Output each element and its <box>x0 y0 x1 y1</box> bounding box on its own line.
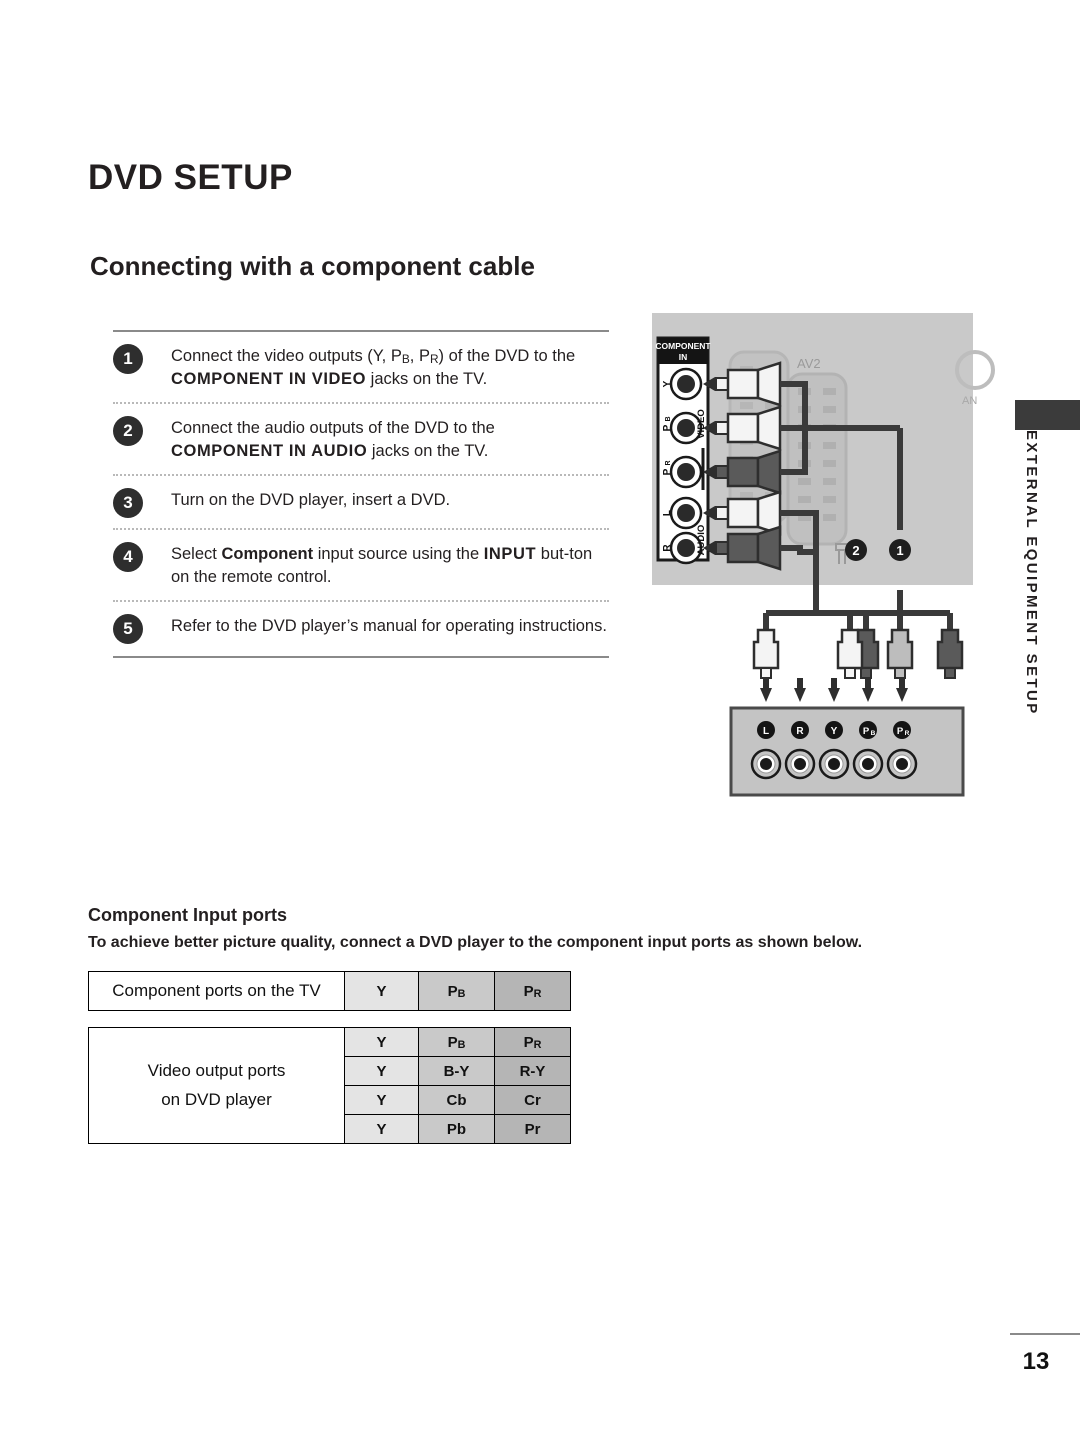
dvd-jack-label-y: Y <box>831 726 838 737</box>
dvd-cell-r1-pr: PR <box>494 1027 571 1057</box>
dvd-cell-r2-by: B-Y <box>418 1056 495 1086</box>
svg-text:P: P <box>662 468 673 475</box>
dvd-cell-r3-cr: Cr <box>494 1085 571 1115</box>
step-text-5: Refer to the DVD player’s manual for ope… <box>171 616 607 635</box>
svg-text:R: R <box>905 730 910 737</box>
svg-text:Y: Y <box>662 380 673 387</box>
dvd-jack-label-l: L <box>763 726 769 737</box>
cable-branching <box>763 590 953 630</box>
dvd-ports-label-line1: Video output ports <box>147 1061 286 1081</box>
steps-panel: 1 Connect the video outputs (Y, PB, PR) … <box>113 330 609 658</box>
dvd-player-panel: L R Y P B P R <box>729 678 965 797</box>
table-tv-ports: Component ports on the TV Y PB PR <box>88 971 571 1011</box>
dvd-plug-pb <box>886 628 914 679</box>
connection-diagram: AV2 AN COMPONENT IN Y P B P R L R VIDEO … <box>652 313 995 797</box>
ports-section-heading: Component Input ports <box>88 905 287 925</box>
tv-ports-cell-pb: PB <box>418 971 495 1011</box>
dvd-cell-r2-y: Y <box>344 1056 419 1086</box>
svg-text:P: P <box>662 424 673 431</box>
tv-ports-row-label: Component ports on the TV <box>88 971 345 1011</box>
step-2-lead: Connect the audio outputs of the DVD to … <box>171 418 495 437</box>
dvd-jack-label-pr: P <box>897 726 904 737</box>
step-1-lead: Connect the video outputs (Y, PB, PR) of… <box>171 347 576 367</box>
tv-ports-cell-y: Y <box>344 971 419 1011</box>
step-item-3: 3 Turn on the DVD player, insert a DVD. <box>113 476 609 528</box>
step-4-bold-input: INPUT <box>483 544 537 563</box>
dvd-cell-r4-pr: Pr <box>494 1114 571 1144</box>
steps-bottom-rule <box>113 655 609 658</box>
step-1-bold: COMPONENT IN VIDEO <box>171 370 367 389</box>
tv-video-group-label: VIDEO <box>696 409 707 439</box>
dvd-ports-row-label: Video output ports on DVD player <box>88 1027 345 1144</box>
step-badge-4: 4 <box>113 541 143 572</box>
diagram-badge-1: 1 <box>889 539 911 561</box>
dvd-cell-r1-pb: PB <box>418 1027 495 1057</box>
step-4-lead: Select <box>171 544 222 563</box>
dvd-plug-y <box>836 628 864 679</box>
step-4-bold-component: Component <box>221 544 314 563</box>
step-text-1: Connect the video outputs (Y, PB, PR) of… <box>171 343 575 392</box>
step-2-tail: jacks on the TV. <box>367 442 489 461</box>
step-text-3: Turn on the DVD player, insert a DVD. <box>171 490 451 509</box>
dvd-jack-label-pb: P <box>863 726 870 737</box>
dvd-plug-l <box>752 628 780 679</box>
dvd-cell-r4-y: Y <box>344 1114 419 1144</box>
table-row: Component ports on the TV Y PB PR <box>88 971 571 1011</box>
side-tab-block <box>1015 400 1080 430</box>
svg-text:L: L <box>662 510 673 516</box>
step-item-4: 4 Select Component input source using th… <box>113 530 609 600</box>
side-tab-label: EXTERNAL EQUIPMENT SETUP <box>1023 430 1040 716</box>
dvd-ports-label-line2: on DVD player <box>161 1089 272 1109</box>
dvd-plug-pr <box>936 628 964 679</box>
dvd-jack-label-r: R <box>796 726 804 737</box>
component-in-header-line1: COMPONENT <box>655 341 711 351</box>
svg-text:R: R <box>665 460 672 465</box>
scart-av2-label: AV2 <box>797 356 821 371</box>
ports-section-description: To achieve better picture quality, conne… <box>88 934 863 951</box>
antenna-label: AN <box>962 395 977 407</box>
step-badge-1: 1 <box>113 344 143 374</box>
component-in-header-line2: IN <box>679 352 688 362</box>
step-badge-2: 2 <box>113 415 143 446</box>
tv-audio-group-label: AUDIO <box>696 525 707 556</box>
table-dvd-output-ports: Video output ports on DVD player Y PB PR… <box>88 1027 571 1144</box>
step-item-2: 2 Connect the audio outputs of the DVD t… <box>113 404 609 474</box>
step-item-5: 5 Refer to the DVD player’s manual for o… <box>113 602 609 654</box>
footer-rule <box>1010 1333 1080 1335</box>
diagram-badge-2: 2 <box>845 539 867 561</box>
svg-text:R: R <box>662 544 673 552</box>
svg-text:2: 2 <box>852 543 859 558</box>
step-1-tail: jacks on the TV. <box>366 370 488 389</box>
dvd-cell-r3-cb: Cb <box>418 1085 495 1115</box>
step-text-4: Select Component input source using the … <box>171 541 609 590</box>
step-item-1: 1 Connect the video outputs (Y, PB, PR) … <box>113 332 609 402</box>
table-row: Video output ports on DVD player Y PB PR <box>88 1027 571 1144</box>
step-badge-5: 5 <box>113 613 143 644</box>
tv-ports-cell-pr: PR <box>494 971 571 1011</box>
dvd-cell-r1-y: Y <box>344 1027 419 1057</box>
svg-text:B: B <box>871 730 876 737</box>
dvd-cell-r4-pb: Pb <box>418 1114 495 1144</box>
section-title: Connecting with a component cable <box>90 251 535 281</box>
page-number: 13 <box>1022 1348 1050 1375</box>
component-in-port-strip: COMPONENT IN Y P B P R L R VIDEO AUDIO <box>655 336 711 565</box>
step-text-2: Connect the audio outputs of the DVD to … <box>171 415 495 464</box>
dvd-cell-r3-y: Y <box>344 1085 419 1115</box>
page-title: DVD SETUP <box>88 158 293 197</box>
svg-text:1: 1 <box>896 543 903 558</box>
step-badge-3: 3 <box>113 487 143 518</box>
dvd-cell-r2-ry: R-Y <box>494 1056 571 1086</box>
step-4-mid: input source using the <box>313 544 484 563</box>
step-2-bold: COMPONENT IN AUDIO <box>171 442 368 461</box>
svg-text:B: B <box>665 416 672 421</box>
